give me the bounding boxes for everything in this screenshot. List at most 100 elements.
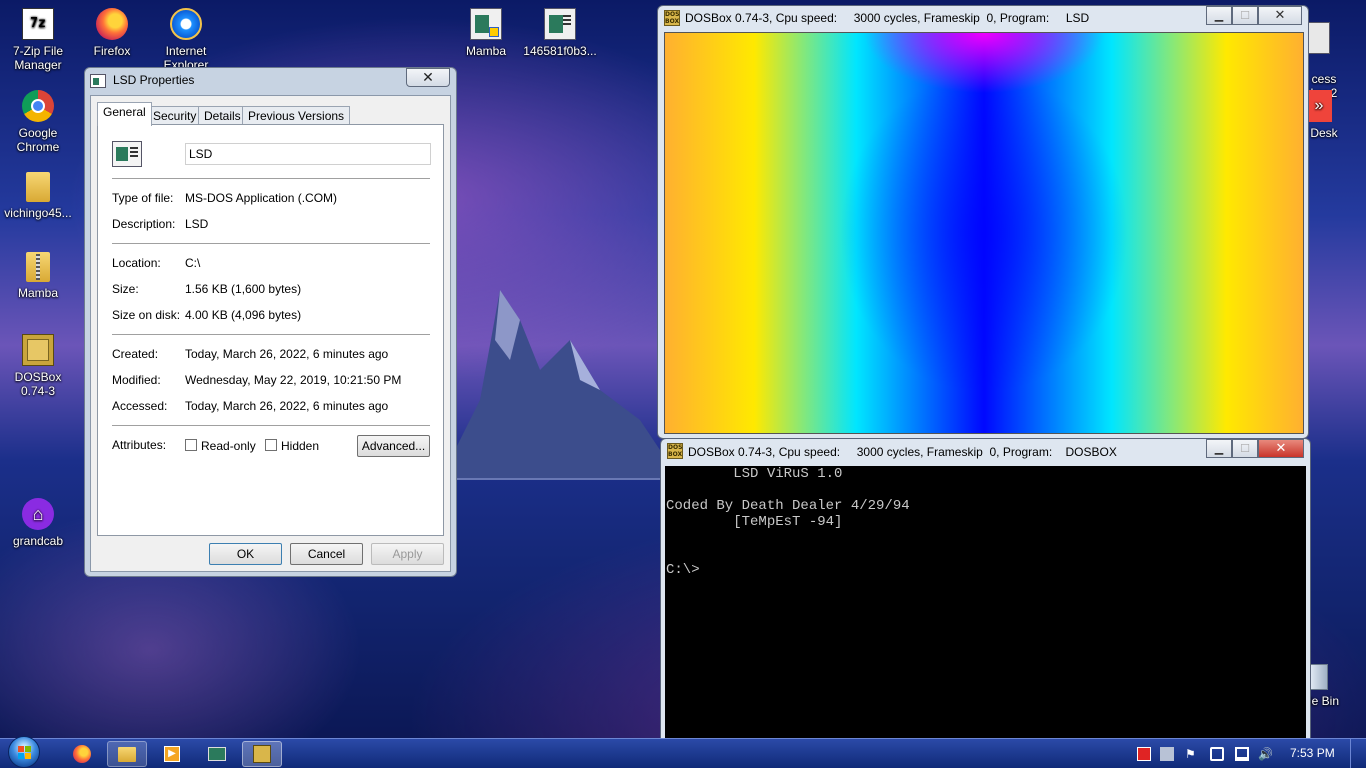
firefox-icon: [73, 745, 91, 763]
dosbox-icon: DOS BOX: [667, 443, 683, 459]
desktop-icon-mamba-program[interactable]: Mamba: [448, 8, 524, 58]
desktop-icon-label: Mamba: [465, 44, 506, 58]
close-icon: ✕: [422, 69, 434, 86]
program-icon: [470, 8, 502, 40]
modified-label: Modified:: [112, 373, 161, 387]
start-orb-icon: [8, 736, 40, 768]
maximize-button[interactable]: ☐: [1232, 6, 1258, 25]
desktop-icon-google-chrome[interactable]: Google Chrome: [0, 90, 76, 154]
desktop-icon-label: vichingo45...: [4, 206, 72, 220]
close-button[interactable]: ✕: [1258, 6, 1302, 25]
mountain-decoration: [440, 290, 680, 480]
close-button[interactable]: ✕: [1258, 439, 1304, 458]
minimize-icon: ▁: [1214, 9, 1224, 22]
readonly-checkbox[interactable]: [185, 439, 197, 451]
dosbox-icon: [253, 745, 271, 763]
program-icon: [90, 74, 106, 88]
close-icon: ✕: [1274, 8, 1286, 23]
7zip-icon: 7z: [22, 8, 54, 40]
close-button[interactable]: ✕: [406, 68, 450, 87]
program-icon: [544, 8, 576, 40]
desktop-icon-mamba-zip[interactable]: Mamba: [0, 252, 76, 300]
flag-icon[interactable]: ⚑: [1185, 747, 1199, 761]
size-on-disk-value: 4.00 KB (4,096 bytes): [185, 308, 302, 322]
network-tray-icon[interactable]: [1160, 747, 1174, 761]
type-label: Type of file:: [112, 191, 174, 205]
properties-dialog: LSD Properties ✕ General Security Detail…: [84, 67, 457, 577]
readonly-label: Read-only: [201, 439, 256, 453]
display-icon[interactable]: [1235, 747, 1249, 761]
chrome-icon: [22, 90, 54, 122]
recycle-bin-icon: [1310, 664, 1328, 690]
created-value: Today, March 26, 2022, 6 minutes ago: [185, 347, 389, 361]
gift-icon: ⌂: [22, 498, 54, 530]
size-value: 1.56 KB (1,600 bytes): [185, 282, 302, 296]
maximize-button[interactable]: ☐: [1232, 439, 1258, 458]
folder-icon: [26, 172, 50, 202]
dialog-title: LSD Properties: [113, 73, 195, 87]
tab-general[interactable]: General: [97, 102, 152, 126]
desktop-icon-146581f0b3[interactable]: 146581f0b3...: [522, 8, 598, 58]
desktop-icon-7zip[interactable]: 7z 7-Zip File Manager: [0, 8, 76, 72]
cancel-button[interactable]: Cancel: [290, 543, 363, 565]
taskbar-firefox[interactable]: [62, 741, 102, 767]
description-value: LSD: [185, 217, 209, 231]
tab-details[interactable]: Details: [198, 106, 247, 125]
maximize-icon: ☐: [1240, 9, 1250, 22]
description-label: Description:: [112, 217, 176, 231]
dosbox-console-output[interactable]: LSD ViRuS 1.0 Coded By Death Dealer 4/29/…: [665, 466, 1306, 739]
minimize-button[interactable]: ▁: [1206, 439, 1232, 458]
taskbar-dosbox[interactable]: [242, 741, 282, 767]
attributes-label: Attributes:: [112, 438, 167, 452]
desktop-icon-label: Firefox: [93, 44, 131, 58]
desktop-icon-grandcab[interactable]: ⌂ grandcab: [0, 498, 76, 548]
taskbar-network-app[interactable]: [197, 741, 237, 767]
taskbar-explorer[interactable]: [107, 741, 147, 767]
antivirus-tray-icon[interactable]: [1137, 747, 1151, 761]
gradient-layer: [665, 33, 1303, 433]
advanced-button[interactable]: Advanced...: [357, 435, 430, 457]
accessed-value: Today, March 26, 2022, 6 minutes ago: [185, 399, 389, 413]
separator: [112, 178, 430, 179]
file-name-field[interactable]: LSD: [185, 143, 431, 165]
apply-button[interactable]: Apply: [371, 543, 444, 565]
console-text: LSD ViRuS 1.0 Coded By Death Dealer 4/29/…: [666, 466, 910, 578]
hidden-checkbox[interactable]: [265, 439, 277, 451]
show-desktop-button[interactable]: [1350, 739, 1366, 768]
desktop-icon-label: DOSBox 0.74-3: [14, 370, 62, 398]
dosbox-lsd-window: DOS BOX DOSBox 0.74-3, Cpu speed: 3000 cy…: [657, 5, 1309, 439]
ie-icon: [170, 8, 202, 40]
modified-value: Wednesday, May 22, 2019, 10:21:50 PM: [185, 373, 402, 387]
volume-icon[interactable]: 🔊: [1258, 747, 1273, 761]
separator: [112, 334, 430, 335]
tab-security[interactable]: Security: [147, 106, 203, 125]
dosbox-console-window: DOS BOX DOSBox 0.74-3, Cpu speed: 3000 cy…: [660, 438, 1311, 739]
hidden-label: Hidden: [281, 439, 320, 453]
ok-button[interactable]: OK: [209, 543, 282, 565]
desktop-icon-internet-explorer[interactable]: Internet Explorer: [148, 8, 224, 72]
clock[interactable]: 7:53 PM: [1290, 746, 1335, 760]
desktop-icon-firefox[interactable]: Firefox: [74, 8, 150, 58]
file-type-icon: [112, 141, 142, 167]
desktop-icon-label: 146581f0b3...: [523, 44, 597, 58]
location-label: Location:: [112, 256, 161, 270]
device-icon[interactable]: [1210, 747, 1224, 761]
console-line: LSD ViRuS 1.0: [666, 466, 843, 482]
separator: [112, 425, 430, 426]
start-button[interactable]: [4, 735, 44, 768]
dosbox-icon: DOS BOX: [664, 10, 680, 26]
taskbar-media-player[interactable]: ▶: [152, 741, 192, 767]
console-line: C:\>: [666, 562, 700, 578]
dosbox-graphics-output[interactable]: [664, 32, 1304, 434]
desktop-icon-label: grandcab: [12, 534, 64, 548]
dosbox-console-title: DOSBox 0.74-3, Cpu speed: 3000 cycles, F…: [688, 445, 1117, 459]
accessed-label: Accessed:: [112, 399, 168, 413]
desktop-icon-vichingo-folder[interactable]: vichingo45...: [0, 172, 76, 220]
explorer-icon: [118, 746, 136, 762]
minimize-button[interactable]: ▁: [1206, 6, 1232, 25]
desktop-icon-dosbox[interactable]: DOSBox 0.74-3: [0, 334, 76, 398]
firefox-icon: [96, 8, 128, 40]
tab-previous-versions[interactable]: Previous Versions: [242, 106, 351, 125]
